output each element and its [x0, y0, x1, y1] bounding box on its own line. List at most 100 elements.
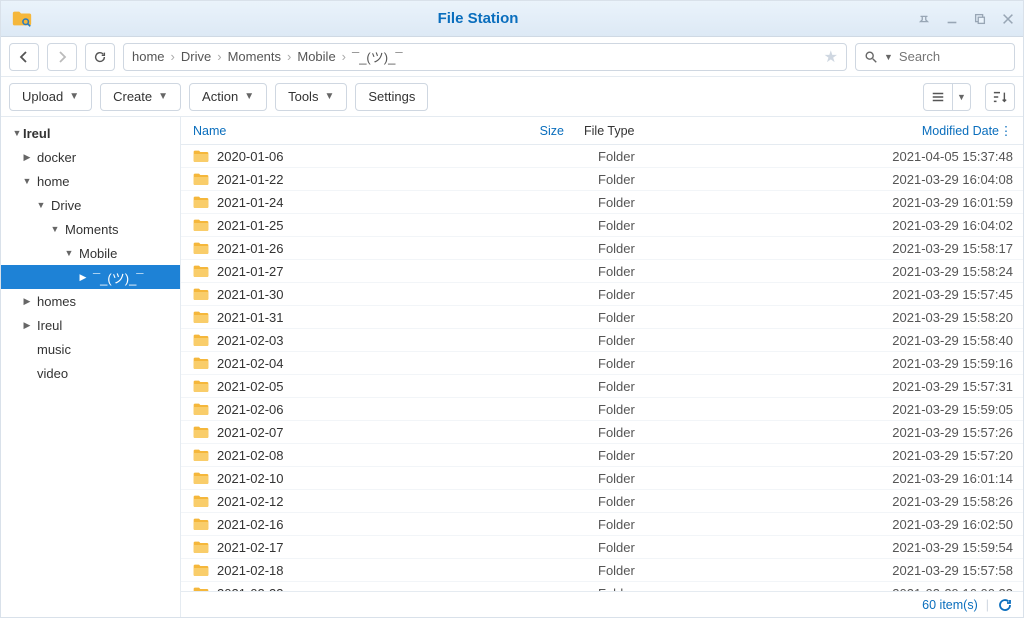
chevron-right-icon: ›: [342, 49, 346, 64]
file-list[interactable]: 2020-01-06Folder2021-04-05 15:37:482021-…: [181, 145, 1023, 591]
cell-type: Folder: [588, 172, 848, 187]
maximize-icon[interactable]: [971, 10, 989, 28]
table-row[interactable]: 2021-02-08Folder2021-03-29 15:57:20: [181, 444, 1023, 467]
item-count: 60 item(s): [922, 598, 978, 612]
expand-arrow-icon[interactable]: ▼: [49, 224, 61, 234]
favorite-star-icon[interactable]: ★: [824, 47, 838, 67]
refresh-button[interactable]: [85, 43, 115, 71]
tree-item[interactable]: ▶docker: [1, 145, 180, 169]
search-box[interactable]: ▼: [855, 43, 1015, 71]
tree-item[interactable]: ▼Mobile: [1, 241, 180, 265]
file-name-label: 2021-02-04: [217, 356, 284, 371]
cell-name: 2021-02-08: [181, 448, 528, 463]
table-row[interactable]: 2021-02-12Folder2021-03-29 15:58:26: [181, 490, 1023, 513]
column-size[interactable]: Size: [514, 124, 574, 138]
breadcrumb-item[interactable]: home: [132, 49, 165, 64]
pin-icon[interactable]: [915, 10, 933, 28]
tree-item[interactable]: ▼home: [1, 169, 180, 193]
list-view-button[interactable]: [923, 83, 953, 111]
tree-item[interactable]: ▶ Ireul: [1, 313, 180, 337]
breadcrumb-item[interactable]: ¯_(ツ)_¯: [352, 47, 402, 66]
tree-item[interactable]: ▼Drive: [1, 193, 180, 217]
cell-date: 2021-04-05 15:37:48: [848, 149, 1013, 164]
cell-type: Folder: [588, 517, 848, 532]
tree-item[interactable]: ▼Moments: [1, 217, 180, 241]
table-row[interactable]: 2021-01-27Folder2021-03-29 15:58:24: [181, 260, 1023, 283]
expand-arrow-icon[interactable]: ▼: [63, 248, 75, 258]
tools-button[interactable]: Tools▼: [275, 83, 347, 111]
back-button[interactable]: [9, 43, 39, 71]
cell-name: 2021-02-07: [181, 425, 528, 440]
dropdown-caret-icon[interactable]: ▼: [884, 52, 893, 62]
sort-button[interactable]: [985, 83, 1015, 111]
file-name-label: 2021-01-24: [217, 195, 284, 210]
table-row[interactable]: 2021-02-10Folder2021-03-29 16:01:14: [181, 467, 1023, 490]
expand-arrow-icon[interactable]: ▶: [21, 296, 33, 307]
table-row[interactable]: 2021-02-04Folder2021-03-29 15:59:16: [181, 352, 1023, 375]
expand-arrow-icon[interactable]: ▶: [77, 272, 89, 283]
tree-item-label: Ireul: [37, 318, 62, 333]
table-row[interactable]: 2021-01-25Folder2021-03-29 16:04:02: [181, 214, 1023, 237]
forward-button[interactable]: [47, 43, 77, 71]
expand-arrow-icon[interactable]: ▶: [21, 152, 33, 163]
table-row[interactable]: 2021-02-06Folder2021-03-29 15:59:05: [181, 398, 1023, 421]
expand-arrow-icon[interactable]: ▶: [21, 320, 33, 331]
tree-root[interactable]: ▼ Ireul: [1, 121, 180, 145]
tree-item[interactable]: ▶¯_(ツ)_¯: [1, 265, 180, 289]
expand-arrow-icon[interactable]: ▼: [21, 176, 33, 186]
folder-icon: [193, 333, 209, 347]
tree-item[interactable]: video: [1, 361, 180, 385]
refresh-icon[interactable]: [997, 597, 1013, 613]
cell-type: Folder: [588, 218, 848, 233]
search-input[interactable]: [899, 49, 1024, 64]
table-row[interactable]: 2021-01-22Folder2021-03-29 16:04:08: [181, 168, 1023, 191]
upload-button[interactable]: Upload▼: [9, 83, 92, 111]
settings-button[interactable]: Settings: [355, 83, 428, 111]
table-row[interactable]: 2021-02-03Folder2021-03-29 15:58:40: [181, 329, 1023, 352]
table-row[interactable]: 2021-02-18Folder2021-03-29 15:57:58: [181, 559, 1023, 582]
table-row[interactable]: 2021-01-26Folder2021-03-29 15:58:17: [181, 237, 1023, 260]
file-name-label: 2021-02-16: [217, 517, 284, 532]
tree-item[interactable]: ▶homes: [1, 289, 180, 313]
cell-type: Folder: [588, 379, 848, 394]
tree-item-label: video: [37, 366, 68, 381]
table-row[interactable]: 2021-02-05Folder2021-03-29 15:57:31: [181, 375, 1023, 398]
breadcrumb-item[interactable]: Drive: [181, 49, 211, 64]
table-row[interactable]: 2021-01-30Folder2021-03-29 15:57:45: [181, 283, 1023, 306]
collapse-arrow-icon[interactable]: ▼: [11, 128, 23, 138]
breadcrumb-item[interactable]: Mobile: [297, 49, 335, 64]
cell-date: 2021-03-29 15:57:26: [848, 425, 1013, 440]
column-name[interactable]: Name: [181, 124, 514, 138]
file-name-label: 2021-02-08: [217, 448, 284, 463]
create-button[interactable]: Create▼: [100, 83, 181, 111]
cell-type: Folder: [588, 448, 848, 463]
chevron-right-icon: ›: [217, 49, 221, 64]
tree-item[interactable]: music: [1, 337, 180, 361]
table-row[interactable]: 2021-01-31Folder2021-03-29 15:58:20: [181, 306, 1023, 329]
cell-name: 2021-01-24: [181, 195, 528, 210]
table-row[interactable]: 2021-02-16Folder2021-03-29 16:02:50: [181, 513, 1023, 536]
table-row[interactable]: 2021-02-23Folder2021-03-29 16:00:23: [181, 582, 1023, 591]
minimize-icon[interactable]: [943, 10, 961, 28]
table-row[interactable]: 2021-01-24Folder2021-03-29 16:01:59: [181, 191, 1023, 214]
breadcrumb-item[interactable]: Moments: [228, 49, 281, 64]
breadcrumb[interactable]: home›Drive›Moments›Mobile›¯_(ツ)_¯★: [123, 43, 847, 71]
cell-date: 2021-03-29 15:59:05: [848, 402, 1013, 417]
close-icon[interactable]: [999, 10, 1017, 28]
cell-type: Folder: [588, 264, 848, 279]
view-dropdown-button[interactable]: ▼: [953, 83, 971, 111]
window-title: File Station: [41, 10, 915, 27]
column-type[interactable]: File Type: [574, 124, 834, 138]
column-date[interactable]: Modified Date: [834, 124, 999, 138]
table-row[interactable]: 2021-02-17Folder2021-03-29 15:59:54: [181, 536, 1023, 559]
expand-arrow-icon[interactable]: ▼: [35, 200, 47, 210]
file-name-label: 2021-01-31: [217, 310, 284, 325]
column-menu-icon[interactable]: ⋮: [999, 123, 1013, 138]
file-name-label: 2021-02-17: [217, 540, 284, 555]
table-row[interactable]: 2021-02-07Folder2021-03-29 15:57:26: [181, 421, 1023, 444]
cell-name: 2021-01-22: [181, 172, 528, 187]
folder-icon: [193, 356, 209, 370]
action-button[interactable]: Action▼: [189, 83, 267, 111]
table-row[interactable]: 2020-01-06Folder2021-04-05 15:37:48: [181, 145, 1023, 168]
folder-tree-sidebar[interactable]: ▼ Ireul ▶docker▼home▼Drive▼Moments▼Mobil…: [1, 117, 181, 617]
